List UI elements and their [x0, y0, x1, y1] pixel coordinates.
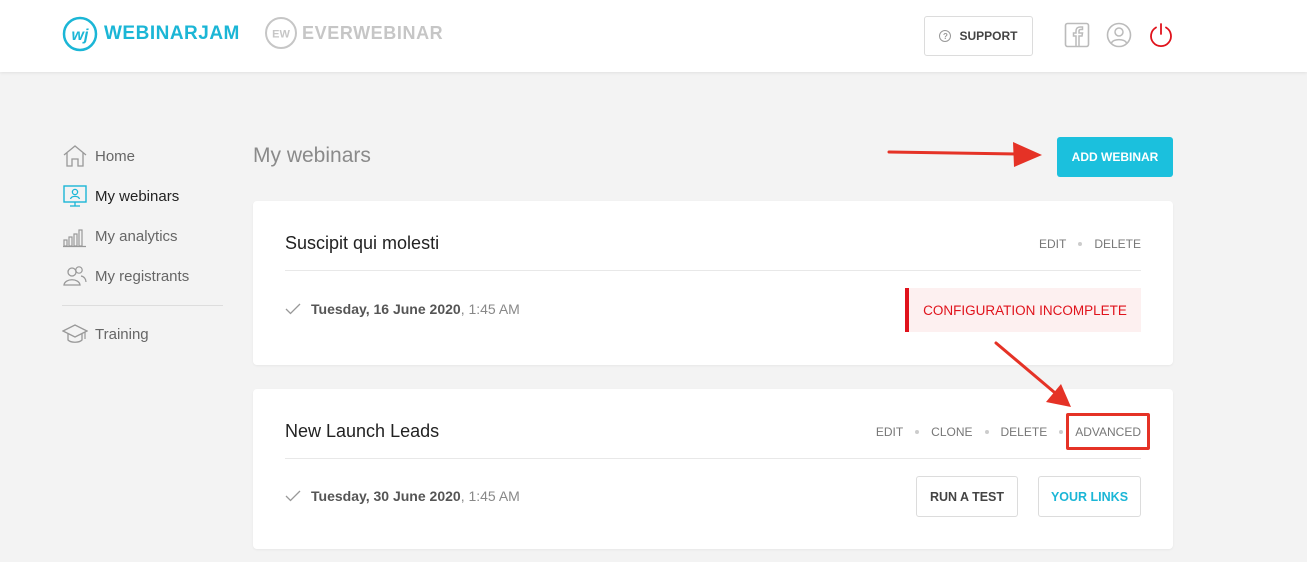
sidebar-item-my-webinars[interactable]: My webinars — [62, 176, 224, 216]
graduation-cap-icon — [62, 324, 88, 343]
card-divider — [285, 458, 1141, 459]
support-button[interactable]: ? SUPPORT — [924, 16, 1033, 56]
support-button-label: SUPPORT — [959, 29, 1018, 43]
webinarjam-logo[interactable]: wj WEBINARJAM — [62, 15, 240, 53]
user-profile-icon[interactable] — [1106, 22, 1132, 48]
help-icon: ? — [939, 30, 952, 42]
sidebar-item-training[interactable]: Training — [62, 314, 224, 354]
everwebinar-logo[interactable]: EW EVERWEBINAR — [264, 15, 443, 51]
everwebinar-brand-text: EVERWEBINAR — [302, 22, 444, 43]
sidebar-item-label: My analytics — [95, 227, 178, 245]
webinar-card: New Launch Leads EDIT CLONE DELETE ADVAN… — [253, 389, 1173, 549]
arrow-to-add-webinar — [887, 142, 1042, 167]
checkmark-icon — [285, 303, 301, 315]
sidebar-nav: Home My webinars My analytics My registr… — [62, 136, 224, 354]
webinar-time: , 1:45 AM — [460, 301, 520, 317]
delete-link[interactable]: DELETE — [1001, 425, 1048, 439]
sidebar-item-label: My registrants — [95, 267, 190, 285]
webinar-card: Suscipit qui molesti EDIT DELETE Tuesday… — [253, 201, 1173, 365]
action-separator — [984, 430, 989, 434]
card-divider — [285, 270, 1141, 271]
webinar-title: Suscipit qui molesti — [285, 233, 440, 253]
action-separator — [1078, 242, 1083, 246]
edit-link[interactable]: EDIT — [1039, 237, 1066, 251]
webinar-actions: EDIT DELETE — [1039, 237, 1141, 251]
page-title: My webinars — [253, 144, 371, 167]
power-icon[interactable] — [1148, 22, 1174, 48]
checkmark-icon — [285, 490, 301, 502]
sidebar-item-label: My webinars — [95, 187, 180, 205]
svg-text:EW: EW — [272, 29, 290, 41]
webinar-date: Tuesday, 16 June 2020 — [311, 301, 461, 317]
run-test-button[interactable]: RUN A TEST — [916, 476, 1018, 517]
action-separator — [915, 430, 920, 434]
webinar-title: New Launch Leads — [285, 421, 440, 441]
svg-text:wj: wj — [72, 27, 89, 44]
webinar-schedule: Tuesday, 30 June 2020, 1:45 AM — [285, 488, 520, 504]
edit-link[interactable]: EDIT — [876, 425, 903, 439]
sidebar-item-my-registrants[interactable]: My registrants — [62, 256, 224, 296]
sidebar-item-label: Training — [95, 325, 149, 343]
everwebinar-logo-icon: EW — [265, 17, 297, 49]
sidebar-item-home[interactable]: Home — [62, 136, 224, 176]
webinar-time: , 1:45 AM — [460, 488, 520, 504]
your-links-button[interactable]: YOUR LINKS — [1038, 476, 1141, 517]
monitor-icon — [63, 185, 87, 207]
top-bar: wj WEBINARJAM EW EVERWEBINAR ? SUPPORT — [0, 0, 1307, 72]
status-badge[interactable]: CONFIGURATION INCOMPLETE — [905, 288, 1141, 332]
users-icon — [63, 266, 87, 286]
webinarjam-logo-icon: wj — [62, 16, 98, 52]
home-icon — [63, 145, 87, 167]
facebook-icon[interactable] — [1064, 22, 1090, 48]
webinar-date: Tuesday, 30 June 2020 — [311, 488, 461, 504]
webinar-schedule: Tuesday, 16 June 2020, 1:45 AM — [285, 301, 520, 317]
add-webinar-button[interactable]: ADD WEBINAR — [1057, 137, 1173, 177]
sidebar-item-my-analytics[interactable]: My analytics — [62, 216, 224, 256]
sidebar-item-label: Home — [95, 147, 136, 165]
webinarjam-brand-text: WEBINARJAM — [104, 23, 240, 44]
sidebar-divider — [62, 305, 223, 306]
bar-chart-icon — [63, 229, 86, 248]
advanced-highlight-box — [1066, 413, 1150, 450]
action-separator — [1059, 430, 1064, 434]
delete-link[interactable]: DELETE — [1094, 237, 1141, 251]
clone-link[interactable]: CLONE — [931, 425, 972, 439]
